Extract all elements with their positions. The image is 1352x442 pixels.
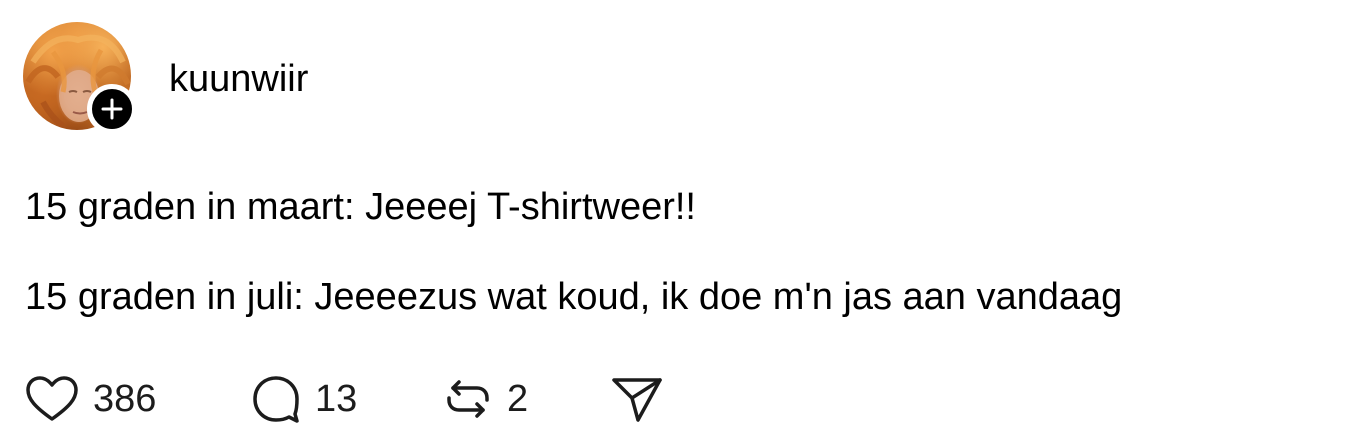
repost-icon [447,380,489,418]
post-text-line: 15 graden in juli: Jeeeezus wat koud, ik… [25,276,1123,318]
like-count: 386 [93,378,157,420]
post-text-line: 15 graden in maart: Jeeeej T-shirtweer!! [25,186,696,228]
follow-button[interactable] [87,84,137,134]
repost-button[interactable]: 2 [443,374,528,424]
post: kuunwiir 15 graden in maart: Jeeeej T-sh… [0,0,1352,442]
repost-count: 2 [507,378,529,420]
avatar-container [23,22,137,134]
plus-icon [101,98,123,120]
heart-icon [26,376,78,421]
comment-count: 13 [315,378,358,420]
comment-icon [253,376,299,423]
comment-button[interactable]: 13 [251,374,357,424]
like-button[interactable]: 386 [25,374,156,424]
send-icon [612,378,662,422]
author-username[interactable]: kuunwiir [169,57,308,101]
share-button[interactable] [610,374,664,424]
